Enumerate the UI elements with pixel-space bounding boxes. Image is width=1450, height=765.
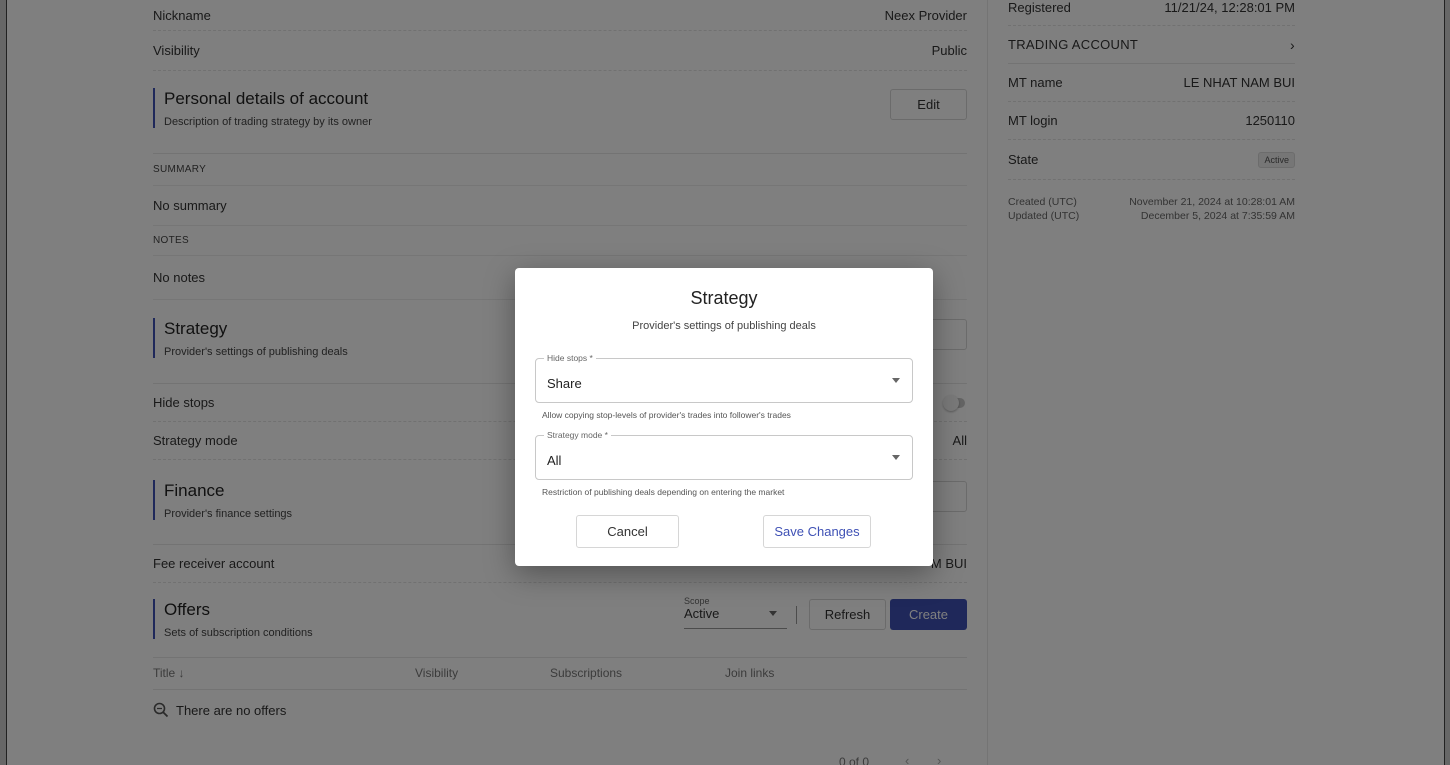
strategy-dialog: Strategy Provider's settings of publishi… [515, 268, 933, 566]
hide-stops-helper: Allow copying stop-levels of provider's … [542, 410, 791, 420]
save-changes-button[interactable]: Save Changes [763, 515, 871, 548]
strategy-mode-helper: Restriction of publishing deals dependin… [542, 487, 785, 497]
strategy-mode-field-value: All [547, 453, 562, 468]
hide-stops-field-value: Share [547, 376, 582, 391]
cancel-button[interactable]: Cancel [576, 515, 679, 548]
chevron-down-icon [892, 378, 900, 383]
strategy-mode-field-label: Strategy mode * [544, 430, 611, 440]
dialog-subtitle: Provider's settings of publishing deals [632, 320, 816, 332]
strategy-mode-select[interactable]: Strategy mode * All [535, 430, 913, 480]
dialog-title: Strategy [690, 288, 758, 308]
hide-stops-select[interactable]: Hide stops * Share [535, 353, 913, 403]
hide-stops-field-label: Hide stops * [544, 353, 596, 363]
chevron-down-icon [892, 455, 900, 460]
